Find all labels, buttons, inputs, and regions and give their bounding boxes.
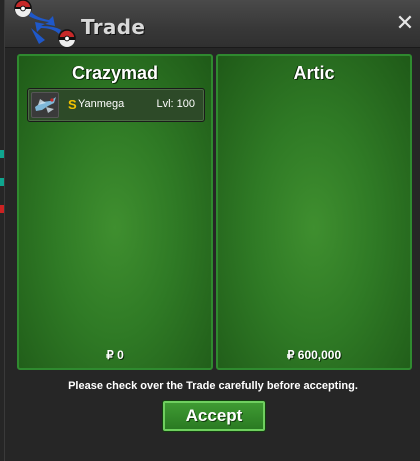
pokemon-name: Yanmega xyxy=(78,98,125,110)
trade-item-card[interactable]: S Yanmega Lvl: 100 xyxy=(27,88,205,122)
left-trade-panel: Crazymad S Yanmega Lvl: 100 ₽ 0 xyxy=(17,54,213,370)
right-trader-name: Artic xyxy=(293,63,335,83)
trade-window: Trade ✕ Crazymad S Yanmega Lvl: 100 ₽ 0 … xyxy=(4,0,420,461)
accept-button[interactable]: Accept xyxy=(163,401,265,431)
pokeball-logo-icon xyxy=(14,0,76,47)
title-bar: Trade ✕ xyxy=(5,0,420,48)
right-money: ₽ 600,000 xyxy=(286,348,342,362)
left-money: ₽ 0 xyxy=(106,348,124,362)
pokemon-sprite-icon xyxy=(31,92,59,118)
pokemon-level: Lvl: 100 xyxy=(156,98,195,110)
close-icon[interactable]: ✕ xyxy=(395,13,415,35)
window-title: Trade xyxy=(81,15,146,39)
left-trader-name: Crazymad xyxy=(71,63,159,83)
right-trade-panel: Artic ₽ 600,000 xyxy=(216,54,412,370)
trade-notice: Please check over the Trade carefully be… xyxy=(68,380,358,392)
